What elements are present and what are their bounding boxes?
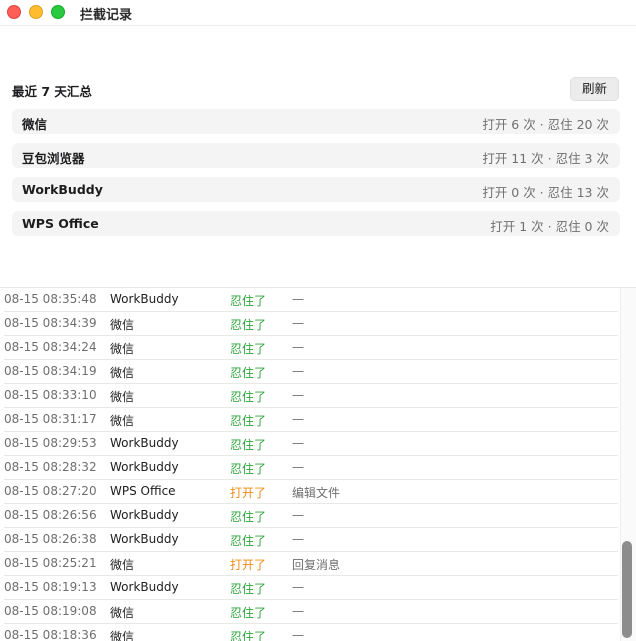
log-note: — bbox=[292, 532, 304, 546]
log-row[interactable]: 08-15 08:28:32 WorkBuddy 忍住了 — bbox=[4, 456, 618, 480]
log-row[interactable]: 08-15 08:25:21 微信 打开了 回复消息 bbox=[4, 552, 618, 576]
log-time: 08-15 08:19:13 bbox=[4, 580, 97, 594]
log-status: 忍住了 bbox=[230, 606, 267, 620]
log-row[interactable]: 08-15 08:19:08 微信 忍住了 — bbox=[4, 600, 618, 624]
log-note: 回复消息 bbox=[292, 558, 341, 572]
log-row[interactable]: 08-15 08:19:13 WorkBuddy 忍住了 — bbox=[4, 576, 618, 600]
log-status: 忍住了 bbox=[230, 318, 267, 332]
log-note: — bbox=[292, 580, 304, 594]
log-app: WorkBuddy bbox=[110, 508, 179, 522]
log-note: — bbox=[292, 628, 304, 641]
log-note: — bbox=[292, 340, 304, 354]
zoom-icon[interactable] bbox=[51, 5, 65, 19]
log-row[interactable]: 08-15 08:31:17 微信 忍住了 — bbox=[4, 408, 618, 432]
log-status: 忍住了 bbox=[230, 294, 267, 308]
log-app: 微信 bbox=[110, 558, 135, 572]
app-stats: 打开 1 次 · 忍住 0 次 bbox=[490, 219, 609, 234]
log-time: 08-15 08:18:36 bbox=[4, 628, 97, 641]
log-note: — bbox=[292, 508, 304, 522]
app-summary-row: WorkBuddy 打开 0 次 · 忍住 13 次 bbox=[12, 177, 620, 202]
log-note: 编辑文件 bbox=[292, 486, 341, 500]
log-note: — bbox=[292, 388, 304, 402]
log-status: 忍住了 bbox=[230, 438, 267, 452]
log-time: 08-15 08:34:39 bbox=[4, 316, 97, 330]
log-time: 08-15 08:25:21 bbox=[4, 556, 97, 570]
log-app: 微信 bbox=[110, 318, 135, 332]
log-app: WorkBuddy bbox=[110, 580, 179, 594]
log-app: 微信 bbox=[110, 630, 135, 641]
log-app: WorkBuddy bbox=[110, 436, 179, 450]
log-status: 忍住了 bbox=[230, 390, 267, 404]
log-row[interactable]: 08-15 08:34:24 微信 忍住了 — bbox=[4, 336, 618, 360]
log-time: 08-15 08:34:19 bbox=[4, 364, 97, 378]
app-summary-row: WPS Office 打开 1 次 · 忍住 0 次 bbox=[12, 211, 620, 236]
minimize-icon[interactable] bbox=[29, 5, 43, 19]
log-time: 08-15 08:33:10 bbox=[4, 388, 97, 402]
log-app: 微信 bbox=[110, 414, 135, 428]
app-name: WPS Office bbox=[22, 216, 99, 231]
refresh-button[interactable]: 刷新 bbox=[570, 77, 619, 101]
log-app: 微信 bbox=[110, 342, 135, 356]
app-stats: 打开 11 次 · 忍住 3 次 bbox=[482, 151, 609, 166]
log-time: 08-15 08:29:53 bbox=[4, 436, 97, 450]
app-summary-row: 豆包浏览器 打开 11 次 · 忍住 3 次 bbox=[12, 143, 620, 168]
app-summary-list: 微信 打开 6 次 · 忍住 20 次 豆包浏览器 打开 11 次 · 忍住 3… bbox=[12, 109, 620, 245]
log-note: — bbox=[292, 412, 304, 426]
log-row[interactable]: 08-15 08:35:48 WorkBuddy 忍住了 — bbox=[4, 288, 618, 312]
log-app: 微信 bbox=[110, 366, 135, 380]
log-app: 微信 bbox=[110, 606, 135, 620]
log-time: 08-15 08:19:08 bbox=[4, 604, 97, 618]
app-name: WorkBuddy bbox=[22, 182, 103, 197]
app-name: 微信 bbox=[22, 117, 48, 132]
log-status: 忍住了 bbox=[230, 366, 267, 380]
summary-title: 最近 7 天汇总 bbox=[12, 84, 92, 99]
log-time: 08-15 08:26:56 bbox=[4, 508, 97, 522]
app-summary-row: 微信 打开 6 次 · 忍住 20 次 bbox=[12, 109, 620, 134]
log-row[interactable]: 08-15 08:29:53 WorkBuddy 忍住了 — bbox=[4, 432, 618, 456]
log-note: — bbox=[292, 460, 304, 474]
log-status: 打开了 bbox=[230, 558, 267, 572]
log-status: 忍住了 bbox=[230, 414, 267, 428]
intercept-log-list[interactable]: 08-15 08:35:48 WorkBuddy 忍住了 —08-15 08:34:3… bbox=[0, 288, 618, 641]
log-time: 08-15 08:27:20 bbox=[4, 484, 97, 498]
log-status: 忍住了 bbox=[230, 462, 267, 476]
log-row[interactable]: 08-15 08:34:19 微信 忍住了 — bbox=[4, 360, 618, 384]
window-title: 拦截记录 bbox=[80, 8, 133, 23]
log-status: 打开了 bbox=[230, 486, 267, 500]
log-row[interactable]: 08-15 08:18:36 微信 忍住了 — bbox=[4, 624, 618, 641]
log-row[interactable]: 08-15 08:26:56 WorkBuddy 忍住了 — bbox=[4, 504, 618, 528]
app-stats: 打开 6 次 · 忍住 20 次 bbox=[482, 117, 609, 132]
app-name: 豆包浏览器 bbox=[22, 151, 85, 166]
log-row[interactable]: 08-15 08:33:10 微信 忍住了 — bbox=[4, 384, 618, 408]
title-bar: 拦截记录 bbox=[0, 0, 636, 26]
log-status: 忍住了 bbox=[230, 582, 267, 596]
log-app: WorkBuddy bbox=[110, 532, 179, 546]
log-status: 忍住了 bbox=[230, 510, 267, 524]
log-status: 忍住了 bbox=[230, 630, 267, 641]
log-row[interactable]: 08-15 08:27:20 WPS Office 打开了 编辑文件 bbox=[4, 480, 618, 504]
log-note: — bbox=[292, 292, 304, 306]
log-app: 微信 bbox=[110, 390, 135, 404]
log-time: 08-15 08:34:24 bbox=[4, 340, 97, 354]
log-time: 08-15 08:26:38 bbox=[4, 532, 97, 546]
log-time: 08-15 08:35:48 bbox=[4, 292, 97, 306]
scrollbar-thumb[interactable] bbox=[622, 541, 632, 638]
log-app: WPS Office bbox=[110, 484, 176, 498]
log-row[interactable]: 08-15 08:26:38 WorkBuddy 忍住了 — bbox=[4, 528, 618, 552]
log-app: WorkBuddy bbox=[110, 292, 179, 306]
log-row[interactable]: 08-15 08:34:39 微信 忍住了 — bbox=[4, 312, 618, 336]
app-stats: 打开 0 次 · 忍住 13 次 bbox=[482, 185, 609, 200]
log-note: — bbox=[292, 364, 304, 378]
log-status: 忍住了 bbox=[230, 342, 267, 356]
log-app: WorkBuddy bbox=[110, 460, 179, 474]
log-note: — bbox=[292, 436, 304, 450]
log-time: 08-15 08:31:17 bbox=[4, 412, 97, 426]
log-time: 08-15 08:28:32 bbox=[4, 460, 97, 474]
log-note: — bbox=[292, 316, 304, 330]
log-status: 忍住了 bbox=[230, 534, 267, 548]
close-icon[interactable] bbox=[7, 5, 21, 19]
log-note: — bbox=[292, 604, 304, 618]
